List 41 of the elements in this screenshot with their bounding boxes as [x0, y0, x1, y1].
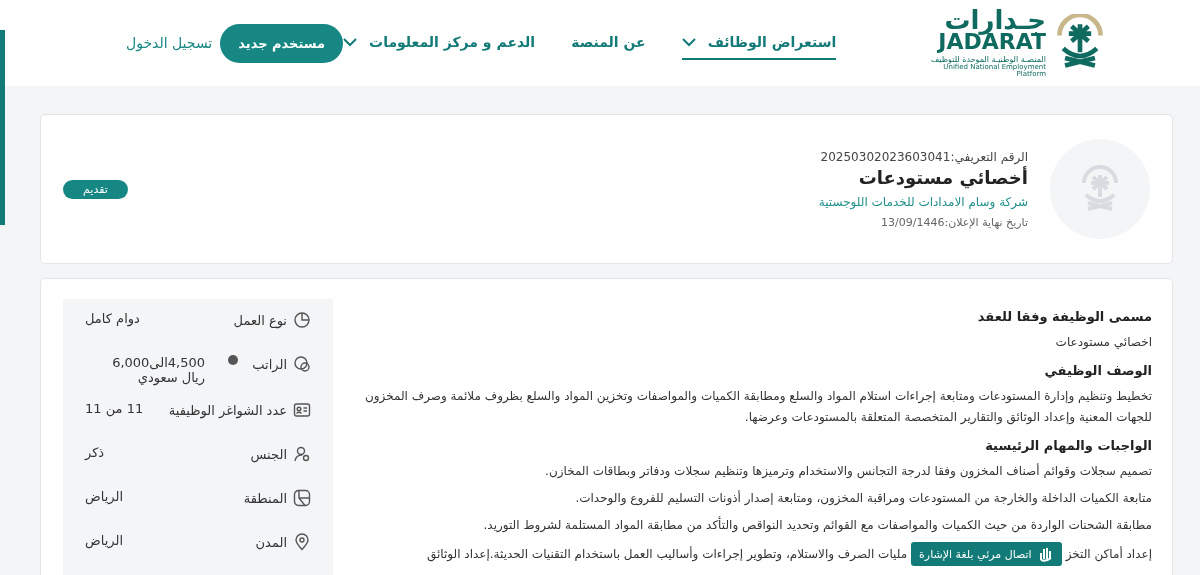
section-text: اخصائي مستودعات	[1054, 334, 1152, 351]
section-text: مليات الصرف والاستلام، وتطوير إجراءات وأساليب العمل باستخدام التقنيات الحديثة.إعداد الوثائق	[426, 545, 908, 564]
section-heading: الوصف الوظيفي	[1043, 363, 1152, 378]
nav-link[interactable]: استعراض الوظائف	[681, 26, 837, 60]
detail-label: الجنس	[250, 446, 287, 462]
detail-label: عدد الشواغر الوظيفية	[168, 402, 287, 418]
detail-value: 4,500الى6,000 ريال سعودي	[111, 355, 205, 385]
pin-icon	[293, 533, 311, 551]
map-icon	[293, 489, 311, 507]
logo-tagline: المنصـة الوطنيـة الموحدة للتوظيف	[930, 55, 1046, 64]
detail-value: دوام كامل	[85, 311, 140, 326]
money-icon	[293, 355, 311, 373]
detail-value: ذكر	[85, 445, 105, 460]
section-text: إعداد أماكن التخز	[1065, 545, 1152, 564]
register-button[interactable]: مستخدم جديد	[220, 23, 344, 63]
job-id-text: الرقم التعريفي:20250302023603041	[819, 149, 1028, 164]
apply-button[interactable]: تقديم	[63, 179, 128, 199]
section-heading: الواجبات والمهام الرئيسية	[984, 438, 1152, 453]
company-link[interactable]: شركة وسام الامدادات للخدمات اللوجستية	[818, 194, 1028, 209]
detail-label: الراتب	[252, 356, 287, 372]
detail-value: الرياض	[85, 489, 124, 504]
login-link[interactable]: تسجيل الدخول	[126, 35, 213, 51]
detail-label: نوع العمل	[233, 312, 287, 328]
section-text: تخطيط وتنظيم وإدارة المستودعات ومتابعة إجراءات استلام المواد والسلع ومطابقة الكميات والمواصفات وتخزين المواد والسلع بظروف ملائمة وصرف المخزون للجهات المعنية وإعداد الوثائق والتقارير المتخصصة المتعلقة بالمستودعات وعرضها.	[364, 388, 1152, 427]
nav-link[interactable]: الدعم و مركز المعلومات	[343, 26, 536, 60]
clock-icon	[293, 311, 311, 329]
section-heading: مسمى الوظيفة وفقا للعقد	[976, 309, 1152, 324]
section-text: تصميم سجلات وقوائم أصناف المخزون وفقا لدرجة التجانس والاستخدام وترميزها وتنظيم سجلات ودفاتر وبطاقات المخازن.	[544, 462, 1152, 481]
deadline-text: تاريخ نهاية الإعلان:13/09/1446	[880, 215, 1028, 229]
section-text: مطابقة الشحنات الواردة من حيث الكميات والمواصفات مع القوائم وتحديد النواقص والتأكد من مطابقة المواد المستلمة لشروط التوريد.	[482, 515, 1152, 535]
detail-label: المنطقة	[243, 490, 287, 506]
person-icon	[293, 445, 311, 463]
detail-value: 11 من 11	[85, 401, 144, 416]
nav-link[interactable]: عن المنصة	[571, 26, 646, 60]
job-title: أخصائي مستودعات	[857, 166, 1028, 188]
hand-icon	[1037, 546, 1054, 562]
sign-language-button[interactable]: اتصال مرئي بلغة الإشارة	[911, 542, 1062, 566]
detail-value: الرياض	[85, 533, 124, 548]
detail-label: المدن	[255, 534, 287, 550]
card-icon	[293, 401, 311, 419]
section-text: متابعة الكميات الداخلة والخارجة من المستودعات ومراقبة المخزون، ومتابعة إصدار أذونات التسليم للفروع والوحدات.	[574, 489, 1152, 508]
